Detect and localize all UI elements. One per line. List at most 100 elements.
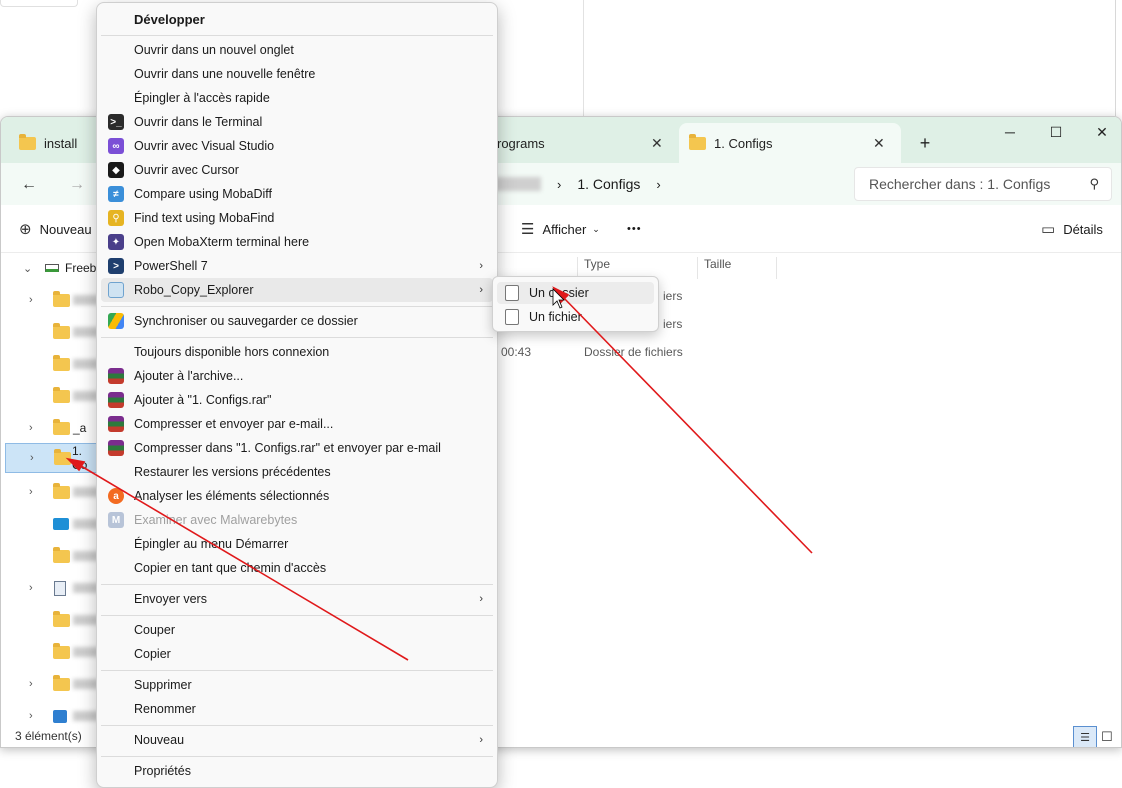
folder-icon <box>53 482 70 499</box>
menu-separator <box>101 337 493 338</box>
tree-item[interactable]: › <box>1 573 101 603</box>
column-header-size[interactable]: Taille <box>697 257 777 279</box>
menu-item-open-new-tab[interactable]: Ouvrir dans un nouvel onglet <box>101 38 493 62</box>
tree-item[interactable] <box>1 605 101 635</box>
new-tab-button[interactable]: + <box>911 123 939 163</box>
menu-separator <box>101 725 493 726</box>
winrar-icon <box>108 368 124 384</box>
tree-item[interactable] <box>1 541 101 571</box>
tree-item-drive[interactable]: ⌄ Freebo <box>1 253 103 283</box>
list-view-icon: ☰ <box>521 221 535 238</box>
pictures-icon <box>53 709 67 723</box>
close-window-button[interactable]: ✕ <box>1079 117 1121 147</box>
close-tab-icon[interactable]: ✕ <box>873 135 885 152</box>
tree-item[interactable] <box>1 509 101 539</box>
tree-item[interactable] <box>1 317 101 347</box>
menu-item-offline[interactable]: Toujours disponible hors connexion <box>101 340 493 364</box>
item-count: 3 élément(s) <box>15 729 82 743</box>
tree-item-a[interactable]: › _a <box>1 413 101 443</box>
breadcrumb-redacted <box>491 177 541 191</box>
tree-item[interactable]: › <box>1 477 101 507</box>
details-button[interactable]: ▭ Détails <box>1041 217 1103 241</box>
menu-item-label: Compresser dans "1. Configs.rar" et envo… <box>134 441 441 455</box>
menu-item-malwarebytes[interactable]: M Examiner avec Malwarebytes <box>101 508 493 532</box>
tree-label: _a <box>73 421 87 435</box>
chevron-right-icon[interactable]: › <box>29 486 33 498</box>
menu-item-mobadiff[interactable]: ≠ Compare using MobaDiff <box>101 182 493 206</box>
chevron-right-icon[interactable]: › <box>29 582 33 594</box>
folder-icon <box>53 322 70 339</box>
breadcrumb[interactable]: › 1. Configs › <box>491 167 841 201</box>
menu-item-expand[interactable]: Développer <box>101 7 493 31</box>
maximize-button[interactable]: ☐ <box>1033 117 1079 147</box>
folder-icon <box>53 418 70 435</box>
back-arrow-icon[interactable]: ← <box>15 171 43 199</box>
folder-icon <box>689 133 706 150</box>
search-input[interactable]: Rechercher dans : 1. Configs ⚲ <box>854 167 1112 201</box>
chevron-right-icon[interactable]: › <box>29 422 33 434</box>
tree-item[interactable] <box>1 381 101 411</box>
minimize-button[interactable]: ─ <box>987 117 1033 147</box>
menu-item-add-rar[interactable]: Ajouter à "1. Configs.rar" <box>101 388 493 412</box>
tree-item[interactable]: › <box>1 669 101 699</box>
menu-item-mobaxterm[interactable]: ✦ Open MobaXterm terminal here <box>101 230 493 254</box>
chevron-right-icon[interactable]: › <box>29 710 33 722</box>
submenu-item-folder[interactable]: Un dossier <box>497 282 654 304</box>
mobadiff-icon: ≠ <box>108 186 124 202</box>
menu-item-pin-start[interactable]: Épingler au menu Démarrer <box>101 532 493 556</box>
tree-item[interactable]: › <box>1 285 101 315</box>
menu-item-mobafind[interactable]: ⚲ Find text using MobaFind <box>101 206 493 230</box>
tree-item[interactable] <box>1 349 101 379</box>
menu-item-label: Compare using MobaDiff <box>134 187 273 201</box>
menu-item-cursor[interactable]: ◆ Ouvrir avec Cursor <box>101 158 493 182</box>
tree-item-configs[interactable]: › 1. Co <box>5 443 101 473</box>
submenu-item-file[interactable]: Un fichier <box>497 306 654 328</box>
view-button[interactable]: ☰ Afficher ⌄ <box>521 217 600 241</box>
winrar-icon <box>108 416 124 432</box>
malwarebytes-icon: M <box>108 512 124 528</box>
chevron-right-icon[interactable]: › <box>656 177 660 192</box>
menu-item-analyze[interactable]: a Analyser les éléments sélectionnés <box>101 484 493 508</box>
details-view-icon[interactable]: ☰ <box>1073 726 1097 747</box>
menu-item-compress-rar-email[interactable]: Compresser dans "1. Configs.rar" et envo… <box>101 436 493 460</box>
menu-item-copy-path[interactable]: Copier en tant que chemin d'accès <box>101 556 493 580</box>
menu-item-properties[interactable]: Propriétés <box>101 759 493 783</box>
menu-item-label: Compresser et envoyer par e-mail... <box>134 417 334 431</box>
menu-item-visual-studio[interactable]: ∞ Ouvrir avec Visual Studio <box>101 134 493 158</box>
menu-item-open-new-window[interactable]: Ouvrir dans une nouvelle fenêtre <box>101 62 493 86</box>
menu-item-delete[interactable]: Supprimer <box>101 673 493 697</box>
chevron-right-icon[interactable]: › <box>29 294 33 306</box>
breadcrumb-current[interactable]: 1. Configs <box>577 176 640 192</box>
menu-item-label: Ouvrir dans le Terminal <box>134 115 263 129</box>
menu-item-send-to[interactable]: Envoyer vers › <box>101 587 493 611</box>
menu-separator <box>101 756 493 757</box>
menu-item-cut[interactable]: Couper <box>101 618 493 642</box>
chevron-right-icon[interactable]: › <box>29 678 33 690</box>
background-window-fragment <box>0 0 78 7</box>
chevron-down-icon[interactable]: ⌄ <box>23 262 32 275</box>
menu-item-google-drive-sync[interactable]: Synchroniser ou sauvegarder ce dossier <box>101 309 493 333</box>
menu-item-restore-versions[interactable]: Restaurer les versions précédentes <box>101 460 493 484</box>
menu-separator <box>101 584 493 585</box>
menu-separator <box>101 670 493 671</box>
menu-item-add-archive[interactable]: Ajouter à l'archive... <box>101 364 493 388</box>
new-button[interactable]: ⊕ Nouveau <box>19 217 92 241</box>
menu-item-open-terminal[interactable]: >_ Ouvrir dans le Terminal <box>101 110 493 134</box>
tiles-view-icon[interactable]: ☐ <box>1101 729 1113 745</box>
forward-arrow-icon[interactable]: → <box>63 171 91 199</box>
menu-item-pin-quick-access[interactable]: Épingler à l'accès rapide <box>101 86 493 110</box>
menu-item-robocopy[interactable]: Robo_Copy_Explorer › <box>101 278 493 302</box>
more-options-button[interactable]: ••• <box>627 217 642 241</box>
menu-item-copy[interactable]: Copier <box>101 642 493 666</box>
tab-configs[interactable]: 1. Configs ✕ <box>679 123 901 163</box>
close-tab-icon[interactable]: ✕ <box>651 135 663 152</box>
menu-item-new[interactable]: Nouveau › <box>101 728 493 752</box>
folder-icon <box>53 642 70 659</box>
menu-item-rename[interactable]: Renommer <box>101 697 493 721</box>
menu-item-label: Examiner avec Malwarebytes <box>134 513 298 527</box>
menu-item-compress-email[interactable]: Compresser et envoyer par e-mail... <box>101 412 493 436</box>
chevron-right-icon[interactable]: › <box>30 452 34 464</box>
menu-item-powershell[interactable]: > PowerShell 7 › <box>101 254 493 278</box>
tab-programs[interactable]: rograms ✕ <box>495 123 671 163</box>
tree-item[interactable] <box>1 637 101 667</box>
